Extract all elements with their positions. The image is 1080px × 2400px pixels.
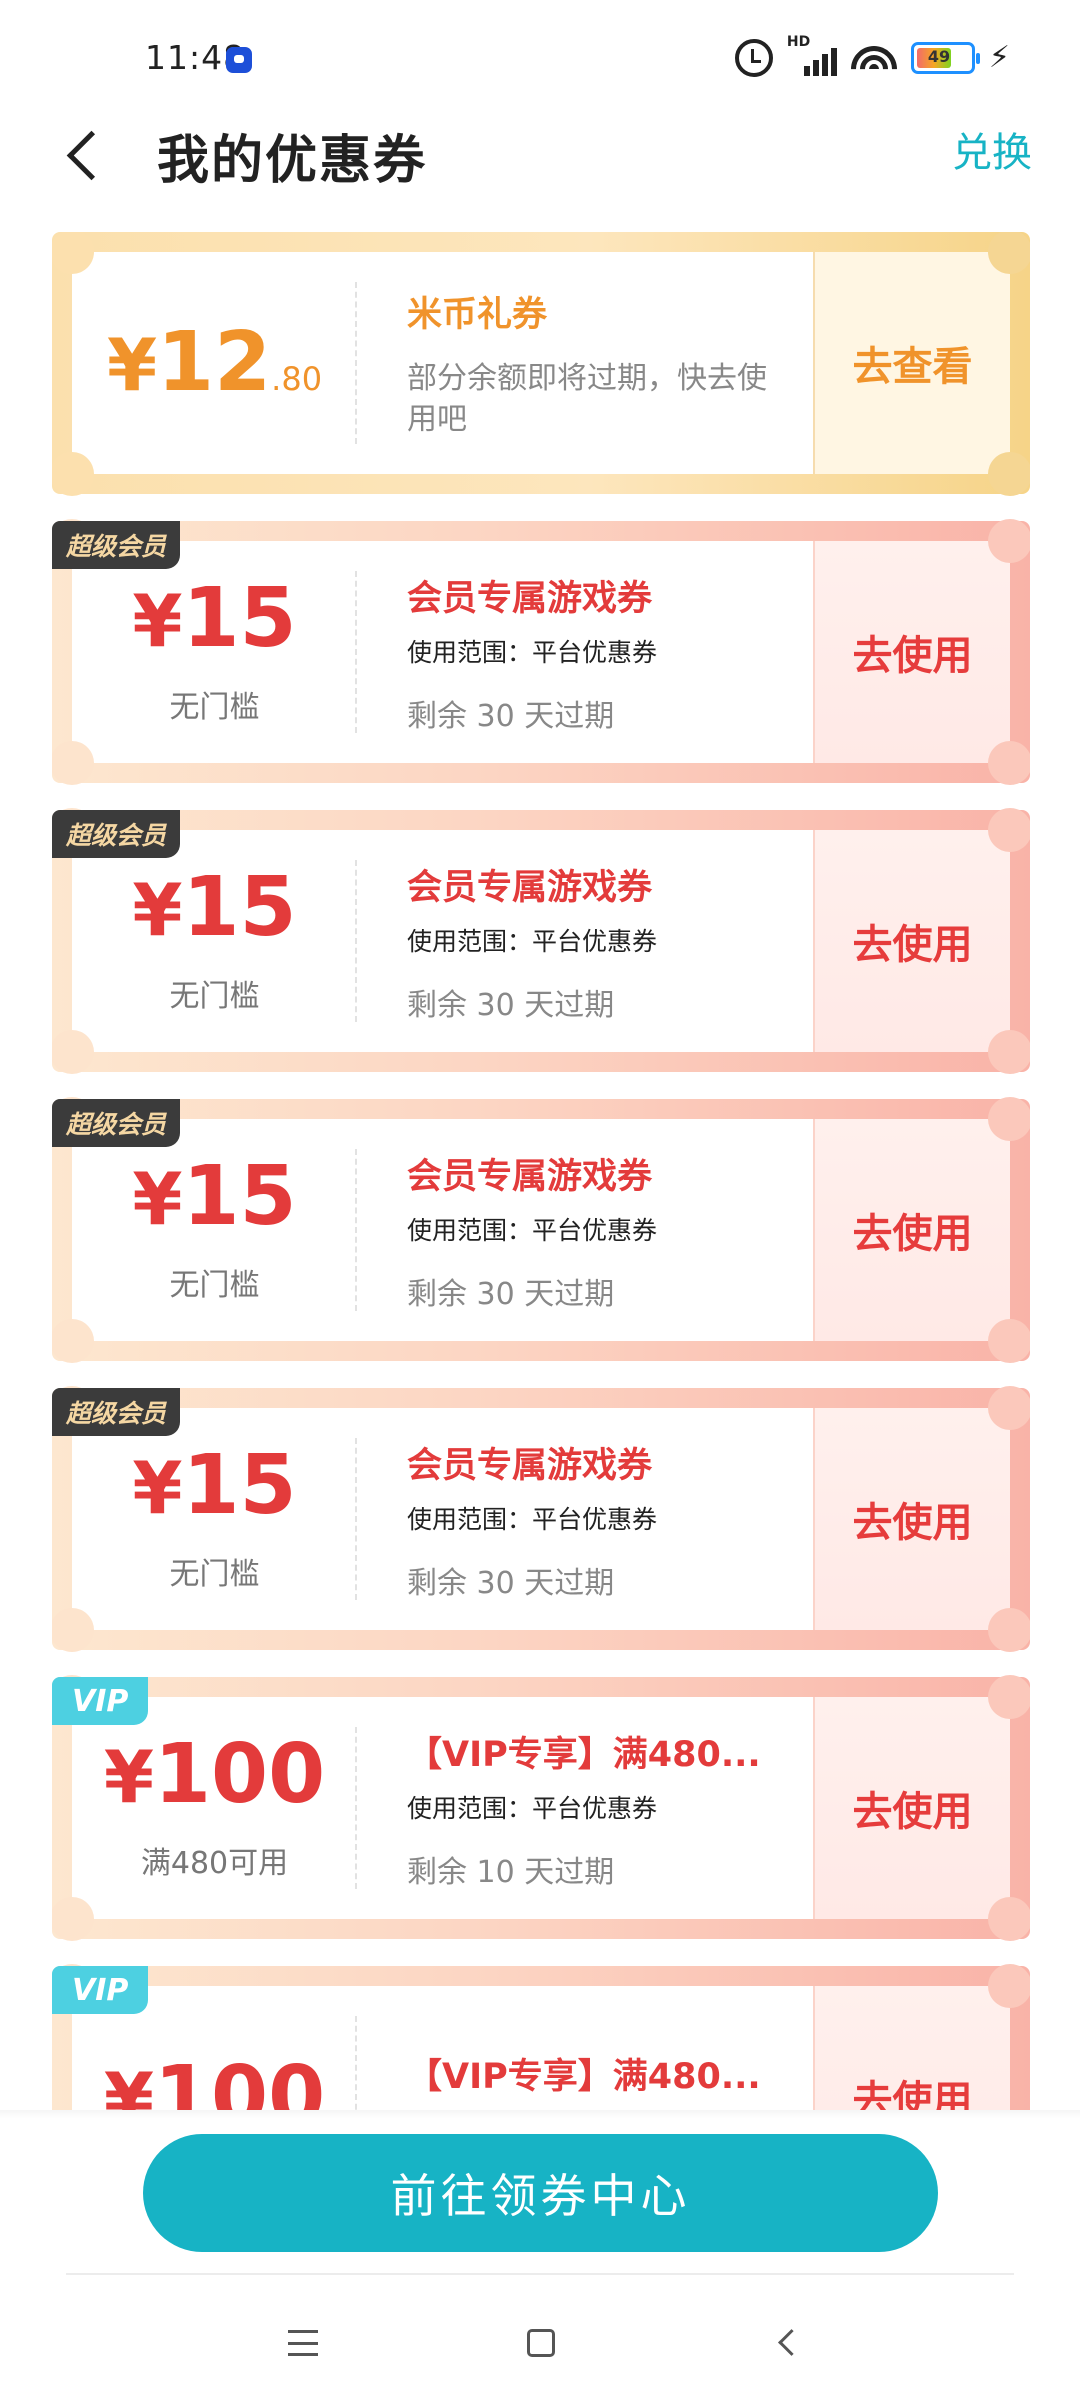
coupon-info: 会员专属游戏券使用范围：平台优惠券剩余 30 天过期	[357, 830, 813, 1052]
coupon-title: 会员专属游戏券	[407, 1445, 653, 1486]
super-member-badge: 超级会员	[52, 1099, 181, 1147]
coupon-info: 会员专属游戏券使用范围：平台优惠券剩余 30 天过期	[357, 1408, 813, 1630]
coupon-scope: 使用范围：平台优惠券	[407, 926, 658, 956]
status-icons: HD 49 ⚡	[734, 34, 1010, 80]
amount-value: 100	[153, 1727, 326, 1822]
coupon-expiry: 剩余 30 天过期	[407, 987, 615, 1023]
coupon-condition: 满480可用	[140, 1846, 289, 1881]
coupon-title: 会员专属游戏券	[407, 1156, 653, 1197]
super-member-badge: 超级会员	[52, 521, 181, 569]
coupon-card[interactable]: VIP ¥100 【VIP专享】满480...使用范围：平台优惠券去使用	[52, 1964, 1030, 2111]
coupon-expiry: 剩余 30 天过期	[407, 1565, 615, 1601]
bottom-bar: 前往领券中心	[0, 2110, 1080, 2400]
coupon-amount: ¥15	[132, 578, 296, 660]
coupon-info: 米币礼券部分余额即将过期，快去使用吧	[357, 252, 813, 474]
battery-icon: 49	[910, 42, 980, 74]
view-button[interactable]: 去查看	[813, 252, 1010, 474]
wifi-icon	[850, 40, 897, 76]
nav-back-icon[interactable]	[776, 2330, 800, 2354]
coupon-expiry: 剩余 10 天过期	[407, 1854, 615, 1890]
currency-symbol: ¥	[132, 868, 183, 952]
amount-value: 15	[182, 1438, 297, 1533]
coupon-card[interactable]: VIP ¥100 满480可用 【VIP专享】满480... 使用范围：平台优惠券剩余 …	[52, 1675, 1030, 1941]
use-button[interactable]: 去使用	[813, 1408, 1010, 1630]
battery-level: 49	[927, 47, 951, 66]
page-title: 我的优惠券	[157, 131, 428, 191]
coupon-title: 【VIP专享】满480...	[407, 2056, 761, 2097]
currency-symbol: ¥	[132, 579, 183, 663]
redeem-button[interactable]: 兑换	[952, 120, 1032, 178]
currency-symbol: ¥	[103, 1735, 154, 1819]
coupon-scope: 使用范围：平台优惠券	[407, 637, 658, 667]
status-bar: 11:48 HD 49 ⚡	[0, 0, 1080, 115]
coupon-info: 会员专属游戏券使用范围：平台优惠券剩余 30 天过期	[357, 541, 813, 763]
coupon-description: 部分余额即将过期，快去使用吧	[407, 361, 767, 437]
coupon-title: 会员专属游戏券	[407, 867, 653, 908]
amount-value: 15	[182, 860, 297, 955]
coupon-amount-section: ¥15 无门槛	[72, 1408, 357, 1630]
amount-value: 100	[153, 2049, 326, 2111]
amount-decimal: .80	[271, 360, 323, 398]
coupon-amount-section: ¥15 无门槛	[72, 830, 357, 1052]
currency-symbol: ¥	[132, 1157, 183, 1241]
coupon-card[interactable]: 超级会员 ¥15 无门槛 会员专属游戏券 使用范围：平台优惠券 剩余 30 天过期 去使用	[52, 1386, 1030, 1652]
coupon-condition: 无门槛	[169, 1557, 260, 1592]
coupon-amount: ¥12.80	[107, 322, 322, 404]
vip-badge: VIP	[52, 1677, 149, 1725]
home-icon[interactable]	[527, 2329, 555, 2357]
coupon-amount-section: ¥15 无门槛	[72, 541, 357, 763]
charging-icon: ⚡	[988, 40, 1010, 75]
coupon-info: 【VIP专享】满480... 使用范围：平台优惠券剩余 10 天过期	[357, 1697, 813, 1919]
currency-symbol: ¥	[132, 1446, 183, 1530]
use-button[interactable]: 去使用	[813, 1697, 1010, 1919]
coupon-card[interactable]: 超级会员 ¥15 无门槛 会员专属游戏券 使用范围：平台优惠券 剩余 30 天过期 去使用	[52, 519, 1030, 785]
coupon-condition: 无门槛	[169, 979, 260, 1014]
alarm-icon	[734, 39, 773, 77]
coupon-title: 会员专属游戏券	[407, 578, 653, 619]
coupon-amount: ¥15	[132, 867, 296, 949]
coupon-scope: 使用范围：平台优惠券	[407, 1504, 658, 1534]
coupon-amount-section: ¥15 无门槛	[72, 1119, 357, 1341]
vip-badge: VIP	[52, 1966, 149, 2014]
amount-value: 15	[182, 571, 297, 666]
coupon-info: 会员专属游戏券使用范围：平台优惠券剩余 30 天过期	[357, 1119, 813, 1341]
menu-icon[interactable]	[288, 2330, 318, 2356]
coupon-condition: 无门槛	[169, 690, 260, 725]
coupon-title: 米币礼券	[407, 295, 548, 335]
amount-value: 15	[182, 1149, 297, 1244]
coupon-card[interactable]: 超级会员 ¥15 无门槛 会员专属游戏券 使用范围：平台优惠券 剩余 30 天过期 去使用	[52, 808, 1030, 1074]
currency-symbol: ¥	[103, 2057, 154, 2110]
coupon-scope: 使用范围：平台优惠券	[407, 1215, 658, 1245]
coupon-title: 【VIP专享】满480...	[407, 1734, 761, 1775]
coupon-scope: 使用范围：平台优惠券	[407, 1793, 658, 1823]
coupon-expiry: 剩余 30 天过期	[407, 698, 615, 734]
super-member-badge: 超级会员	[52, 1388, 181, 1436]
currency-symbol: ¥	[106, 323, 158, 407]
coupon-card[interactable]: 超级会员 ¥15 无门槛 会员专属游戏券 使用范围：平台优惠券 剩余 30 天过期 去使用	[52, 1097, 1030, 1363]
signal-icon: HD	[787, 34, 837, 78]
coupon-amount: ¥15	[132, 1445, 296, 1527]
amount-value: 12	[157, 315, 272, 410]
nav-divider	[66, 2273, 1014, 2275]
super-member-badge: 超级会员	[52, 810, 181, 858]
coupon-amount-section: ¥12.80	[72, 252, 357, 474]
use-button[interactable]: 去使用	[813, 830, 1010, 1052]
coupon-amount: ¥15	[132, 1156, 296, 1238]
coupon-amount-section: ¥100 满480可用	[72, 1697, 357, 1919]
coupon-list[interactable]: ¥12.80 米币礼券 部分余额即将过期，快去使用吧 去查看 超级会员 ¥15 无门槛 会员专…	[52, 232, 1030, 2110]
coupon-amount: ¥100	[104, 1734, 325, 1816]
coupon-condition: 无门槛	[169, 1268, 260, 1303]
coupon-info: 【VIP专享】满480...使用范围：平台优惠券	[357, 1986, 813, 2110]
use-button[interactable]: 去使用	[813, 541, 1010, 763]
back-button[interactable]	[62, 120, 112, 190]
coupon-expiry: 剩余 30 天过期	[407, 1276, 615, 1312]
use-button[interactable]: 去使用	[813, 1986, 1010, 2110]
coupon-card[interactable]: ¥12.80 米币礼券部分余额即将过期，快去使用吧 去查看	[52, 232, 1030, 496]
app-notification-icon	[226, 47, 252, 73]
coupon-center-button[interactable]: 前往领券中心	[143, 2134, 938, 2252]
use-button[interactable]: 去使用	[813, 1119, 1010, 1341]
coupon-amount: ¥100	[103, 2049, 326, 2111]
